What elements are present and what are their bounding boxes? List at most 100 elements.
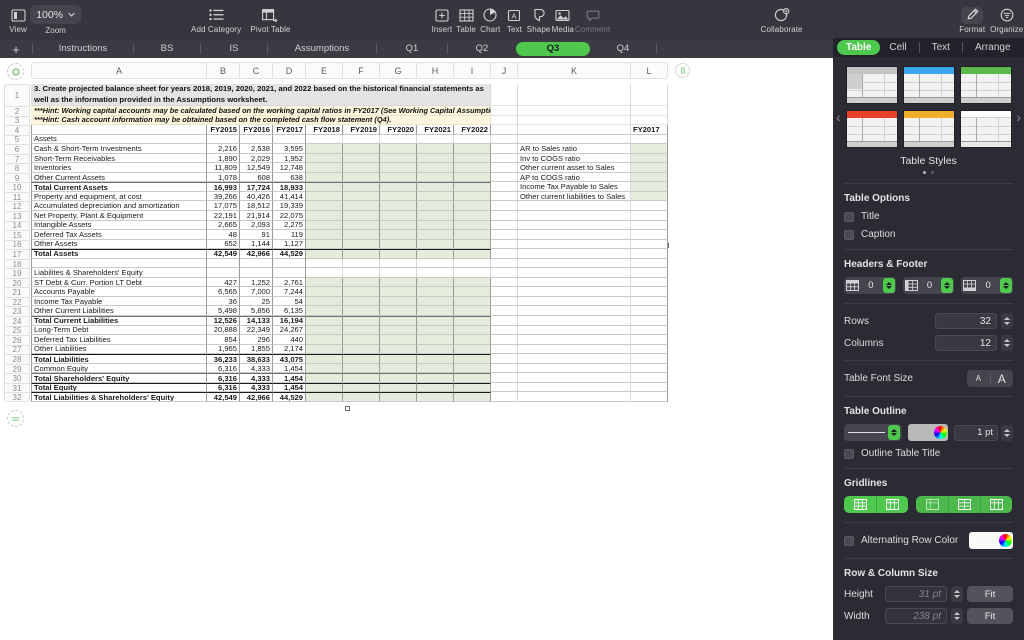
cell-proj-5-8[interactable] bbox=[454, 135, 491, 145]
cell-a4[interactable] bbox=[31, 125, 207, 135]
table-style-swatch-2[interactable] bbox=[903, 66, 955, 104]
cell-d7[interactable]: 1,952 bbox=[273, 154, 306, 164]
cell-proj-9-7[interactable] bbox=[417, 173, 454, 183]
cell-l23[interactable] bbox=[631, 306, 668, 316]
cell-j12[interactable] bbox=[491, 201, 518, 211]
selection-bottom-handle[interactable] bbox=[345, 406, 350, 411]
cell-l5[interactable] bbox=[631, 135, 668, 145]
cell-proj-19-4[interactable] bbox=[306, 268, 343, 278]
width-input[interactable]: 238 pt bbox=[885, 608, 947, 624]
cell-k30[interactable] bbox=[518, 373, 631, 383]
cell-k27[interactable] bbox=[518, 345, 631, 355]
cell-d18[interactable] bbox=[273, 259, 306, 269]
cell-k23[interactable] bbox=[518, 306, 631, 316]
cell-l32[interactable] bbox=[631, 392, 668, 402]
cell-proj-17-8[interactable] bbox=[454, 249, 491, 259]
cell-proj-9-5[interactable] bbox=[343, 173, 380, 183]
cell-proj-25-8[interactable] bbox=[454, 326, 491, 336]
cell-k31[interactable] bbox=[518, 383, 631, 393]
year-header-FY2022[interactable]: FY2022 bbox=[454, 125, 491, 135]
cell-proj-16-6[interactable] bbox=[380, 240, 417, 250]
cell-d6[interactable]: 3,595 bbox=[273, 144, 306, 154]
table-style-swatch-4[interactable] bbox=[846, 110, 898, 148]
row-header-column[interactable]: 1234567891011121314151617181920212223242… bbox=[4, 84, 30, 402]
row-label-9[interactable]: Other Current Assets bbox=[31, 173, 207, 183]
cell-c17[interactable]: 42,966 bbox=[240, 249, 273, 259]
header-rows-spinner[interactable] bbox=[883, 278, 895, 293]
row-header-24[interactable]: 24 bbox=[4, 316, 30, 326]
cell-b13[interactable]: 22,191 bbox=[207, 211, 240, 221]
cell-proj-13-6[interactable] bbox=[380, 211, 417, 221]
cell-proj-28-4[interactable] bbox=[306, 354, 343, 364]
cell-k12[interactable] bbox=[518, 201, 631, 211]
sheet-tab-instructions[interactable]: Instructions bbox=[33, 42, 133, 56]
outline-table-title-checkbox[interactable] bbox=[844, 449, 854, 459]
cell-k22[interactable] bbox=[518, 297, 631, 307]
rows-spinner[interactable] bbox=[1001, 313, 1013, 329]
cell-d13[interactable]: 22,075 bbox=[273, 211, 306, 221]
cell-proj-29-5[interactable] bbox=[343, 364, 380, 374]
cell-b5[interactable] bbox=[207, 135, 240, 145]
sheet-tab-q3[interactable]: Q3 bbox=[516, 42, 590, 56]
cell-l10[interactable] bbox=[631, 182, 668, 192]
row-label-30[interactable]: Total Shareholders' Equity bbox=[31, 373, 207, 383]
hint-row-2[interactable]: ***Hint: Cash account information may be… bbox=[31, 116, 491, 126]
sheet-tab-bs[interactable]: BS bbox=[134, 42, 200, 56]
row-header-7[interactable]: 7 bbox=[4, 154, 30, 164]
cell-d32[interactable]: 44,529 bbox=[273, 392, 306, 402]
cell-c16[interactable]: 1,144 bbox=[240, 240, 273, 250]
gridlines-secondary-group[interactable] bbox=[916, 496, 1012, 513]
row-header-26[interactable]: 26 bbox=[4, 335, 30, 345]
cell-c31[interactable]: 4,333 bbox=[240, 383, 273, 393]
cell-proj-27-5[interactable] bbox=[343, 345, 380, 355]
cell-proj-9-8[interactable] bbox=[454, 173, 491, 183]
cell-proj-25-7[interactable] bbox=[417, 326, 454, 336]
cell-proj-13-7[interactable] bbox=[417, 211, 454, 221]
cell-proj-12-8[interactable] bbox=[454, 201, 491, 211]
cell-j31[interactable] bbox=[491, 383, 518, 393]
outline-color-well[interactable] bbox=[908, 424, 948, 441]
cell-proj-26-8[interactable] bbox=[454, 335, 491, 345]
cell-proj-18-4[interactable] bbox=[306, 259, 343, 269]
cell-proj-14-4[interactable] bbox=[306, 221, 343, 231]
column-header-f[interactable]: F bbox=[343, 62, 380, 79]
cell-k28[interactable] bbox=[518, 354, 631, 364]
cell-proj-31-4[interactable] bbox=[306, 383, 343, 393]
row-label-21[interactable]: Accounts Payable bbox=[31, 287, 207, 297]
row-label-8[interactable]: Inventories bbox=[31, 163, 207, 173]
cell-proj-10-4[interactable] bbox=[306, 182, 343, 192]
cell-proj-5-4[interactable] bbox=[306, 135, 343, 145]
cell-b24[interactable]: 12,526 bbox=[207, 316, 240, 326]
cell-proj-16-7[interactable] bbox=[417, 240, 454, 250]
cell-proj-19-6[interactable] bbox=[380, 268, 417, 278]
cell-proj-6-7[interactable] bbox=[417, 144, 454, 154]
cell-proj-31-8[interactable] bbox=[454, 383, 491, 393]
row-header-13[interactable]: 13 bbox=[4, 211, 30, 221]
cell-proj-18-6[interactable] bbox=[380, 259, 417, 269]
cell-proj-11-6[interactable] bbox=[380, 192, 417, 202]
cell-c7[interactable]: 2,029 bbox=[240, 154, 273, 164]
cell-b27[interactable]: 1,965 bbox=[207, 345, 240, 355]
cell-c19[interactable] bbox=[240, 268, 273, 278]
cell-k25[interactable] bbox=[518, 326, 631, 336]
row-label-29[interactable]: Common Equity bbox=[31, 364, 207, 374]
outer-gridlines-right-button[interactable] bbox=[980, 496, 1012, 513]
cell-proj-22-4[interactable] bbox=[306, 297, 343, 307]
cell-b21[interactable]: 6,565 bbox=[207, 287, 240, 297]
cell-proj-19-7[interactable] bbox=[417, 268, 454, 278]
cell-proj-14-8[interactable] bbox=[454, 221, 491, 231]
cell-d21[interactable]: 7,244 bbox=[273, 287, 306, 297]
cell-d19[interactable] bbox=[273, 268, 306, 278]
column-header-j[interactable]: J bbox=[491, 62, 518, 79]
add-sheet-button[interactable]: + bbox=[0, 43, 32, 56]
cell-b29[interactable]: 6,316 bbox=[207, 364, 240, 374]
cell-proj-29-8[interactable] bbox=[454, 364, 491, 374]
row-header-8[interactable]: 8 bbox=[4, 163, 30, 173]
cell-proj-23-8[interactable] bbox=[454, 306, 491, 316]
hint-row-1[interactable]: ***Hint: Working capital accounts may be… bbox=[31, 106, 491, 116]
cell-proj-21-8[interactable] bbox=[454, 287, 491, 297]
sheet-tab-q2[interactable]: Q2 bbox=[448, 42, 516, 56]
cell-d24[interactable]: 16,194 bbox=[273, 316, 306, 326]
width-fit-button[interactable]: Fit bbox=[967, 608, 1013, 624]
cell-j26[interactable] bbox=[491, 335, 518, 345]
